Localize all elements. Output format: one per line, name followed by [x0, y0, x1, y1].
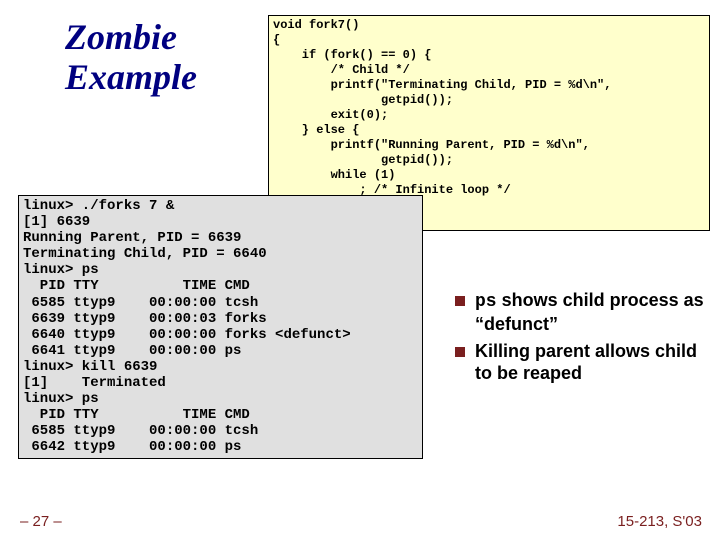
bullet-item-2: Killing parent allows child to be reaped — [455, 341, 705, 384]
slide-title: Zombie Example — [65, 18, 197, 97]
bullet-square-icon — [455, 296, 465, 306]
bullet-list: ps shows child process as “defunct” Kill… — [455, 290, 705, 390]
bullet-square-icon — [455, 347, 465, 357]
bullet-1-rest: shows child process as “defunct” — [475, 290, 704, 334]
title-line-1: Zombie — [65, 17, 177, 57]
bullet-2-text: Killing parent allows child to be reaped — [475, 341, 705, 384]
title-line-2: Example — [65, 57, 197, 97]
page-number: – 27 – — [20, 513, 62, 530]
terminal-output-text: linux> ./forks 7 & [1] 6639 Running Pare… — [23, 198, 351, 455]
terminal-output-box: linux> ./forks 7 & [1] 6639 Running Pare… — [18, 195, 423, 459]
bullet-1-text: ps shows child process as “defunct” — [475, 290, 705, 335]
bullet-item-1: ps shows child process as “defunct” — [455, 290, 705, 335]
course-label: 15-213, S'03 — [617, 513, 702, 530]
bullet-1-cmd: ps — [475, 292, 497, 312]
